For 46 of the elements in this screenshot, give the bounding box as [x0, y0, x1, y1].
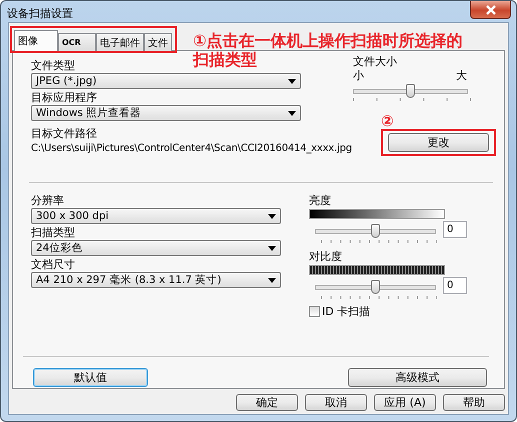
- annotation-text: 扫描类型: [193, 50, 257, 69]
- field-label: 文件类型: [31, 59, 75, 72]
- dropdown[interactable]: JPEG (*.jpg): [31, 73, 301, 89]
- tab[interactable]: 文件: [144, 33, 172, 51]
- checkbox[interactable]: [309, 306, 320, 317]
- dialog-button[interactable]: 取消: [305, 394, 367, 411]
- caret-icon: [268, 246, 276, 250]
- field-label: 亮度: [309, 194, 331, 207]
- tab[interactable]: OCR: [58, 33, 96, 51]
- field-label: 目标应用程序: [31, 91, 97, 104]
- advanced-mode-button[interactable]: 高级模式: [348, 368, 487, 387]
- dropdown[interactable]: Windows 照片查看器: [31, 105, 301, 121]
- caret-icon: [288, 110, 296, 116]
- close-icon: [484, 4, 496, 14]
- window-title: 设备扫描设置: [7, 6, 73, 21]
- caret-icon: [268, 278, 276, 282]
- change-button[interactable]: 更改: [388, 133, 489, 152]
- checkbox-label: ID 卡扫描: [322, 304, 370, 319]
- scale-label: 大: [456, 68, 467, 83]
- annotation-text: ②: [381, 113, 395, 129]
- dialog-button[interactable]: 确定: [236, 394, 298, 411]
- tab[interactable]: 图像: [14, 30, 58, 51]
- field-label: 文件大小: [353, 55, 397, 68]
- dropdown[interactable]: 300 x 300 dpi: [31, 208, 281, 224]
- annotation-text: ①点击在一体机上操作扫描时所选择的: [193, 31, 463, 50]
- slider-thumb[interactable]: [370, 280, 380, 294]
- caret-icon: [268, 214, 276, 218]
- close-button[interactable]: [470, 1, 511, 19]
- field-label: 对比度: [309, 250, 342, 263]
- dropdown[interactable]: 24位彩色: [31, 240, 281, 256]
- dropdown[interactable]: A4 210 x 297 毫米 (8.3 x 11.7 英寸): [31, 272, 281, 288]
- default-button[interactable]: 默认值: [33, 368, 148, 387]
- file-path: C:\Users\suiji\Pictures\ControlCenter4\Scan\CCI20160414_xxxx.jpg: [31, 143, 352, 154]
- value-field[interactable]: 0: [443, 221, 467, 238]
- scale-label: 小: [353, 68, 364, 83]
- field-label: 分辨率: [31, 194, 64, 207]
- field-label: 文档尺寸: [31, 258, 75, 271]
- caret-icon: [288, 78, 296, 84]
- slider-thumb[interactable]: [406, 84, 414, 98]
- dialog-button[interactable]: 帮助: [443, 394, 505, 411]
- value-field[interactable]: 0: [443, 277, 467, 294]
- slider-thumb[interactable]: [370, 224, 380, 238]
- field-label: 目标文件路径: [31, 127, 97, 140]
- field-label: 扫描类型: [31, 226, 75, 239]
- tab[interactable]: 电子邮件: [96, 33, 144, 51]
- dialog-button[interactable]: 应用 (A): [374, 394, 436, 411]
